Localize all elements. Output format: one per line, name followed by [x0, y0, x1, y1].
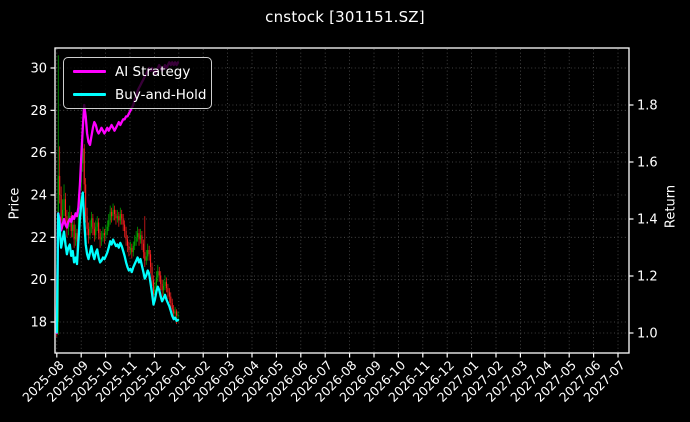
candle-body — [60, 195, 62, 221]
candle-body — [102, 233, 104, 238]
ai-strategy-line-swatch — [73, 69, 106, 74]
return-tick-label: 1.6 — [637, 156, 658, 171]
legend-item-ai-strategy: AI Strategy — [64, 61, 211, 82]
candle-body — [98, 222, 100, 234]
price-tick-label: 24 — [30, 189, 47, 204]
candle-body — [72, 224, 74, 231]
candle-body — [112, 209, 114, 217]
candle-body — [86, 216, 88, 229]
return-tick-label: 1.0 — [637, 327, 658, 342]
candle-body — [125, 230, 127, 240]
legend-label-buy-and-hold: Buy-and-Hold — [115, 86, 207, 103]
candle-body — [93, 228, 95, 236]
candle-body — [96, 222, 98, 227]
candle-body — [118, 216, 120, 221]
candle-body — [124, 224, 126, 231]
legend: AI Strategy Buy-and-Hold — [63, 57, 212, 109]
candle-body — [135, 237, 137, 242]
candle-body — [174, 311, 176, 314]
candle-body — [164, 281, 166, 287]
candle-body — [85, 184, 87, 217]
candle-body — [64, 199, 67, 217]
candle-body — [163, 286, 165, 291]
candle-body — [177, 314, 179, 316]
candle-body — [142, 243, 144, 253]
candle-body — [109, 211, 111, 221]
candle-body — [99, 233, 101, 240]
price-tick-label: 26 — [30, 146, 47, 161]
candle-body — [63, 199, 65, 210]
candle-body — [73, 224, 75, 240]
candle — [85, 178, 87, 223]
chart-title: cnstock [301151.SZ] — [265, 8, 425, 26]
candle-body — [116, 216, 118, 219]
candle-body — [170, 296, 172, 303]
candle-body — [165, 281, 168, 289]
candle-body — [83, 148, 85, 185]
price-tick-label: 18 — [30, 316, 47, 331]
candle-body — [157, 271, 159, 278]
candle-body — [126, 239, 129, 246]
legend-item-buy-and-hold: Buy-and-Hold — [64, 84, 211, 105]
candle-body — [128, 245, 130, 251]
return-axis-label: Return — [663, 184, 679, 229]
candle-body — [134, 241, 136, 246]
candle-body — [113, 209, 116, 215]
price-tick-label: 30 — [30, 62, 47, 77]
candle-body — [160, 275, 162, 284]
candle-body — [176, 311, 178, 316]
candle-body — [122, 218, 124, 225]
candle-body — [138, 233, 140, 240]
candle-body — [150, 254, 152, 267]
return-tick-label: 1.8 — [637, 99, 658, 114]
return-tick-label: 1.4 — [637, 213, 658, 228]
candle-body — [119, 214, 121, 221]
candle-body — [145, 256, 147, 261]
price-tick-label: 20 — [30, 273, 47, 288]
candle-body — [90, 218, 92, 227]
candle-body — [161, 283, 163, 291]
candle-body — [121, 214, 123, 219]
candle-body — [75, 233, 77, 240]
price-axis-label: Price — [7, 187, 23, 220]
candle-body — [103, 233, 105, 236]
price-tick-label: 28 — [30, 104, 47, 119]
chart-figure: 2025-08 2025-09 2025-10 2025-11 2025-12 2026-… — [0, 0, 690, 422]
candle-body — [106, 226, 108, 231]
candle-body — [105, 230, 107, 236]
candle-body — [144, 252, 146, 261]
candle-body — [89, 226, 91, 236]
candle-body — [129, 247, 131, 251]
candle-body — [87, 228, 90, 236]
legend-label-ai-strategy: AI Strategy — [115, 63, 191, 80]
candle-body — [108, 220, 110, 227]
return-tick-label: 1.2 — [637, 270, 658, 285]
buy-and-hold-line-swatch — [73, 92, 106, 97]
candle-body — [168, 292, 170, 297]
candle-body — [158, 271, 160, 276]
candle-body — [115, 214, 117, 219]
candle-body — [171, 302, 173, 310]
candle-body — [132, 245, 134, 253]
candle-body — [59, 175, 61, 195]
candle-body — [151, 266, 153, 280]
candle-body — [111, 211, 113, 217]
candle-body — [139, 235, 142, 240]
candle-body — [141, 235, 143, 244]
candle-body — [92, 218, 94, 229]
candle-body — [147, 250, 149, 257]
candle-body — [148, 250, 150, 255]
candle-body — [152, 279, 155, 295]
candle-body — [95, 226, 97, 236]
price-tick-label: 22 — [30, 231, 47, 246]
candle-body — [131, 247, 133, 253]
candle-body — [100, 237, 103, 240]
candle-body — [167, 288, 169, 293]
candle-body — [173, 309, 175, 314]
candle-body — [137, 233, 139, 238]
